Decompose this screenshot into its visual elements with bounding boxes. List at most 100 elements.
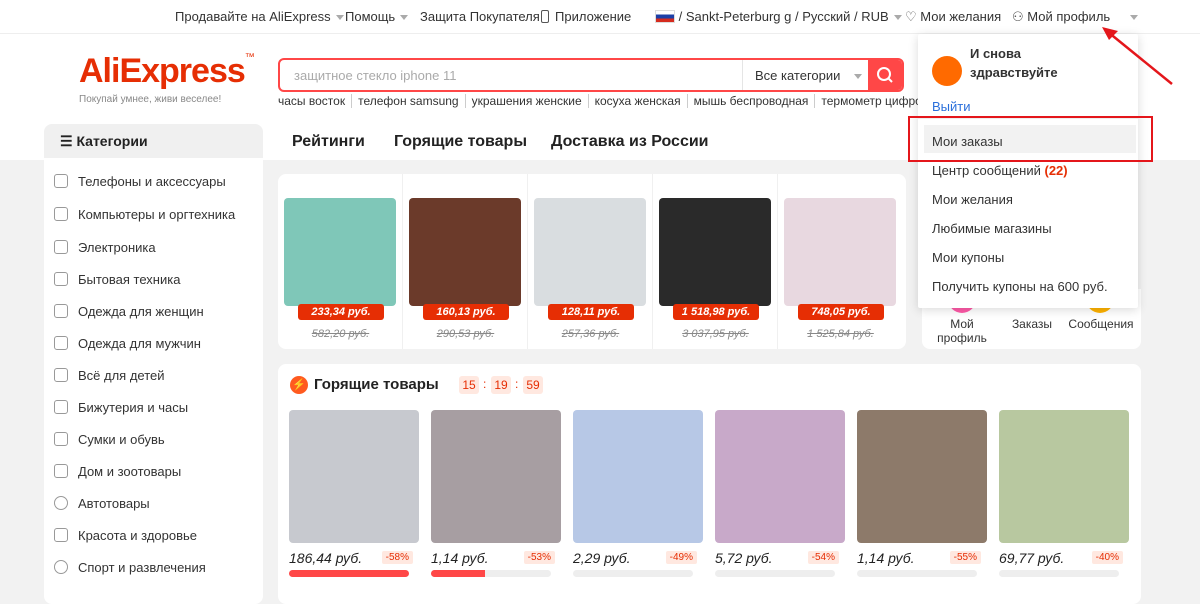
category-item[interactable]: Бижутерия и часы <box>54 400 188 415</box>
phone-icon <box>54 174 68 188</box>
sell-link[interactable]: Продавайте на AliExpress <box>175 9 344 24</box>
menu-item-favorite-stores[interactable]: Любимые магазины <box>932 221 1052 236</box>
search-button[interactable] <box>868 60 902 90</box>
hot-product-card[interactable]: 1,14 руб. -55% <box>857 410 987 577</box>
category-label: Бытовая техника <box>78 272 181 287</box>
search-input[interactable]: защитное стекло iphone 11 <box>294 68 456 83</box>
search-bar: защитное стекло iphone 11 Все категории <box>278 58 904 92</box>
category-item[interactable]: Всё для детей <box>54 368 165 383</box>
product-card[interactable]: 128,11 руб. 257,36 руб. <box>528 174 653 349</box>
hotword[interactable]: мышь беспроводная <box>693 94 816 108</box>
menu-item-message-center[interactable]: Центр сообщений (22) <box>932 163 1068 178</box>
bag-icon <box>54 432 68 446</box>
menu-icon: ☰ <box>60 133 73 149</box>
sold-progress-fill <box>431 570 485 577</box>
sold-progress-bar <box>857 570 977 577</box>
hot-search-words: часы восток телефон samsung украшения женс… <box>278 94 918 108</box>
sold-progress-bar <box>431 570 551 577</box>
product-image <box>431 410 561 543</box>
ball-icon <box>54 560 68 574</box>
wishlist-link[interactable]: ♡ Мои желания <box>905 9 1001 25</box>
phone-icon <box>541 10 549 23</box>
category-item[interactable]: Бытовая техника <box>54 272 180 287</box>
flame-icon: ⚡ <box>290 376 308 394</box>
product-card[interactable]: 160,13 руб. 290,53 руб. <box>403 174 528 349</box>
buyer-protection-link[interactable]: Защита Покупателя <box>420 9 540 24</box>
product-image <box>715 410 845 543</box>
nav-delivery-russia[interactable]: Доставка из России <box>551 133 709 151</box>
hot-product-card[interactable]: 5,72 руб. -54% <box>715 410 845 577</box>
discount-badge: -40% <box>1091 551 1123 564</box>
logo[interactable]: AliExpress™ <box>79 52 255 91</box>
category-item[interactable]: Телефоны и аксессуары <box>54 174 226 189</box>
menu-item-my-coupons[interactable]: Мои купоны <box>932 250 1004 265</box>
app-link[interactable]: Приложение <box>541 9 631 24</box>
locale-selector[interactable]: / Sankt-Peterburg g / Русский / RUB <box>655 9 902 24</box>
quick-messages[interactable]: Сообщения <box>1068 317 1134 331</box>
top-bar: Продавайте на AliExpress Помощь Защита П… <box>0 0 1200 34</box>
product-old-price: 290,53 руб. <box>436 328 495 340</box>
search-category-select[interactable]: Все категории <box>742 60 868 90</box>
category-label: Телефоны и аксессуары <box>78 174 226 189</box>
nav-ratings[interactable]: Рейтинги <box>292 133 365 151</box>
category-header[interactable]: ☰ Категории <box>44 124 263 158</box>
category-item[interactable]: Одежда для женщин <box>54 304 204 319</box>
help-link[interactable]: Помощь <box>345 9 409 24</box>
category-label: Бижутерия и часы <box>78 400 189 415</box>
greeting-text: И снова здравствуйте <box>970 46 1058 80</box>
product-price: 233,34 руб. <box>298 304 384 320</box>
chevron-down-icon <box>854 74 863 80</box>
logout-link[interactable]: Выйти <box>932 99 971 114</box>
profile-link[interactable]: ⚇ Мой профиль <box>1012 9 1139 25</box>
hot-product-price: 69,77 руб. <box>999 550 1065 566</box>
hotword[interactable]: часы восток <box>278 94 353 108</box>
quick-orders[interactable]: Заказы <box>1002 317 1062 331</box>
search-icon <box>877 67 893 83</box>
quick-profile[interactable]: Мой профиль <box>932 317 992 345</box>
annotation-highlight-box <box>908 116 1153 162</box>
category-item[interactable]: Одежда для мужчин <box>54 336 201 351</box>
product-card[interactable]: 748,05 руб. 1 525,84 руб. <box>778 174 903 349</box>
category-item[interactable]: Электроника <box>54 240 156 255</box>
product-card[interactable]: 233,34 руб. 582,20 руб. <box>278 174 403 349</box>
hot-product-card[interactable]: 2,29 руб. -49% <box>573 410 703 577</box>
hotword[interactable]: украшения женские <box>471 94 589 108</box>
menu-item-label: Центр сообщений <box>932 163 1041 178</box>
discount-badge: -54% <box>807 551 839 564</box>
timer-separator: : <box>515 377 519 391</box>
hot-product-card[interactable]: 186,44 руб. -58% <box>289 410 419 577</box>
category-item[interactable]: Красота и здоровье <box>54 528 197 543</box>
chevron-down-icon <box>400 15 409 21</box>
chevron-down-icon <box>1130 15 1139 21</box>
hot-product-price: 1,14 руб. <box>431 550 489 566</box>
nav-hot-goods[interactable]: Горящие товары <box>394 133 527 151</box>
product-image <box>857 410 987 543</box>
hot-goods-title: Горящие товары <box>314 376 439 393</box>
category-label: Одежда для мужчин <box>78 336 201 351</box>
sold-progress-bar <box>289 570 409 577</box>
product-image <box>784 198 896 306</box>
hot-product-card[interactable]: 69,77 руб. -40% <box>999 410 1129 577</box>
unread-count-badge: (22) <box>1044 163 1068 178</box>
heart-icon: ♡ <box>905 9 917 24</box>
discount-badge: -53% <box>523 551 555 564</box>
hotword[interactable]: телефон samsung <box>358 94 466 108</box>
sold-progress-bar <box>999 570 1119 577</box>
category-item[interactable]: Спорт и развлечения <box>54 560 206 575</box>
category-item[interactable]: Дом и зоотовары <box>54 464 181 479</box>
product-card[interactable]: 1 518,98 руб. 3 037,95 руб. <box>653 174 778 349</box>
menu-item-wishlist[interactable]: Мои желания <box>932 192 1013 207</box>
sold-progress-bar <box>573 570 693 577</box>
hotword[interactable]: термометр цифрово <box>821 94 918 108</box>
category-item[interactable]: Автотовары <box>54 496 150 511</box>
menu-item-get-coupons[interactable]: Получить купоны на 600 руб. <box>932 279 1108 294</box>
category-item[interactable]: Сумки и обувь <box>54 432 165 447</box>
discount-badge: -49% <box>665 551 697 564</box>
category-item[interactable]: Компьютеры и оргтехника <box>54 207 235 222</box>
product-image <box>534 198 646 306</box>
hot-product-card[interactable]: 1,14 руб. -53% <box>431 410 561 577</box>
sold-progress-bar <box>715 570 835 577</box>
trademark-symbol: ™ <box>244 52 255 63</box>
category-sidebar: ☰ Категории Телефоны и аксессуары Компью… <box>44 124 263 604</box>
hotword[interactable]: косуха женская <box>594 94 688 108</box>
